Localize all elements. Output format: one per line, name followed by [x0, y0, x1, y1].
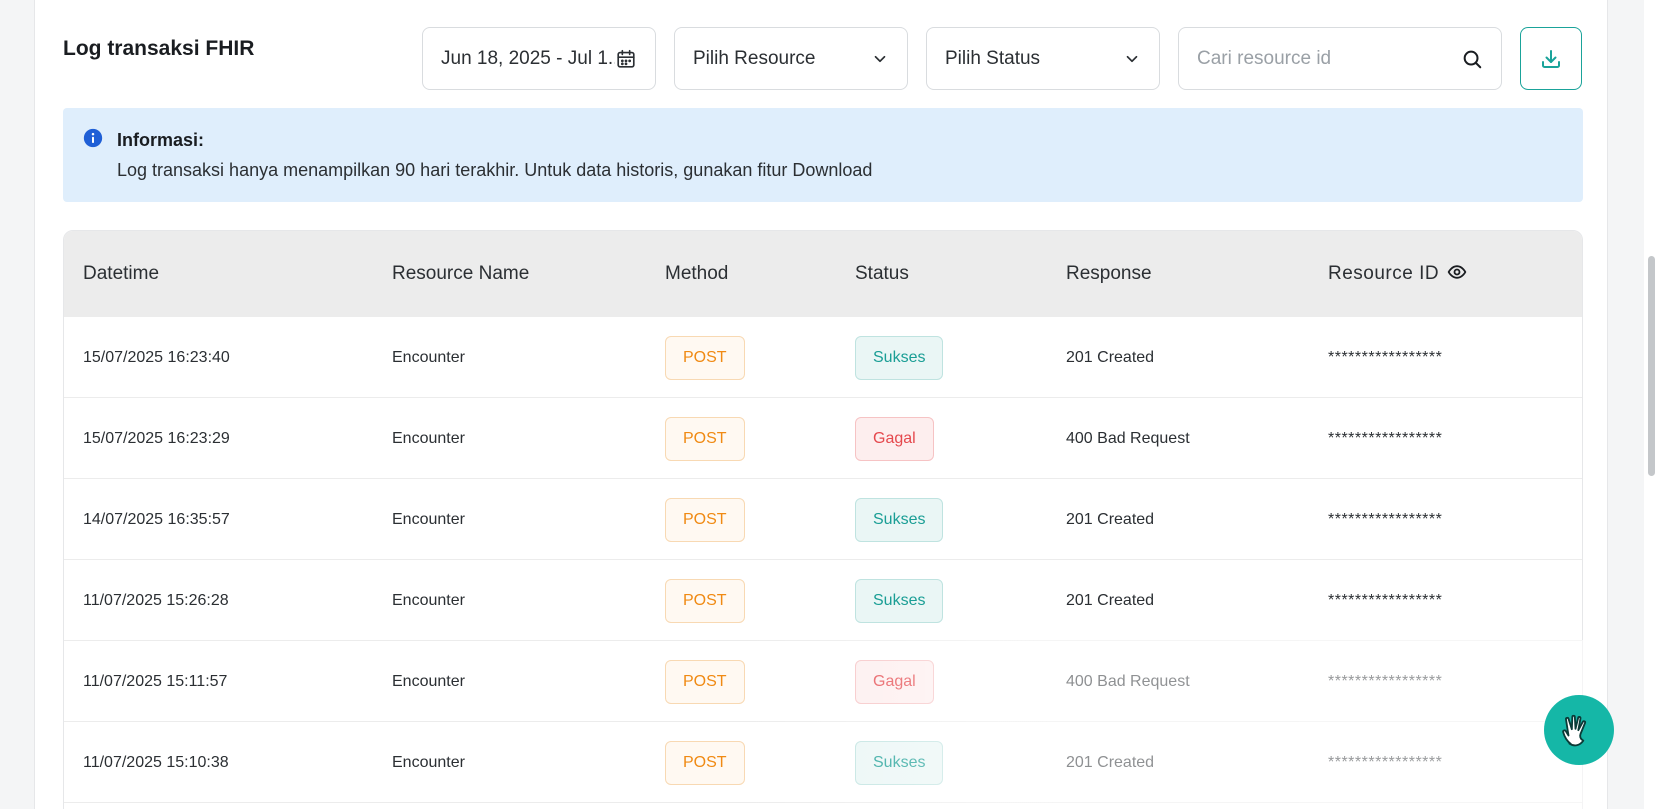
table-row[interactable]: 15/07/2025 16:23:40 Encounter POST Sukses 20…: [64, 317, 1582, 398]
response-cell: 201 Created: [1066, 592, 1155, 609]
column-header-resource-id: Resource ID: [1328, 231, 1467, 317]
datetime-cell: 11/07/2025 15:26:28: [83, 592, 229, 609]
chevron-down-icon: [1126, 55, 1138, 62]
response-cell: 201 Created: [1066, 349, 1155, 366]
method-badge: POST: [665, 660, 745, 704]
resource-name-cell: Encounter: [392, 430, 465, 447]
table-row[interactable]: 11/07/2025 15:26:28 Encounter POST Sukses 20…: [64, 560, 1582, 641]
hand-wave-icon: [1562, 714, 1587, 747]
response-cell: 201 Created: [1066, 511, 1155, 528]
table-row[interactable]: 15/07/2025 16:23:29 Encounter POST Gagal 400…: [64, 398, 1582, 479]
datetime-cell: 15/07/2025 16:23:29: [83, 430, 230, 447]
date-range-value: Jun 18, 2025 - Jul 1...: [441, 47, 615, 69]
chevron-down-icon: [874, 55, 886, 62]
resource-id-cell: *****************: [1328, 430, 1443, 447]
datetime-cell: 11/07/2025 15:10:38: [83, 754, 229, 771]
info-icon: [83, 128, 103, 148]
method-badge: POST: [665, 741, 745, 785]
eye-icon[interactable]: [1447, 262, 1467, 282]
column-header-method: Method: [665, 263, 729, 284]
method-badge: POST: [665, 336, 745, 380]
resource-id-cell: *****************: [1328, 592, 1443, 609]
column-header-response: Response: [1066, 263, 1152, 284]
table-header: Datetime Resource Name Method Status Res…: [64, 231, 1582, 317]
datetime-cell: 15/07/2025 16:23:40: [83, 349, 230, 366]
resource-name-cell: Encounter: [392, 592, 465, 609]
download-button[interactable]: [1520, 27, 1582, 90]
info-title: Informasi:: [117, 130, 205, 150]
status-badge: Gagal: [855, 660, 934, 704]
method-badge: POST: [665, 579, 745, 623]
status-select[interactable]: Pilih Status: [926, 27, 1160, 90]
table-row[interactable]: 14/07/2025 16:35:57 Encounter POST Sukses 20…: [64, 479, 1582, 560]
column-header-status: Status: [855, 263, 909, 284]
table-row[interactable]: 11/07/2025 15:11:57 Encounter POST Gagal 400…: [64, 641, 1582, 722]
response-cell: 400 Bad Request: [1066, 673, 1190, 690]
resource-select[interactable]: Pilih Resource: [674, 27, 908, 90]
resource-name-cell: Encounter: [392, 511, 465, 528]
scrollbar-thumb[interactable]: [1648, 256, 1655, 476]
status-badge: Sukses: [855, 336, 944, 380]
resource-id-cell: *****************: [1328, 673, 1443, 690]
column-header-resource-id-label: Resource ID: [1328, 263, 1440, 284]
column-header-datetime: Datetime: [83, 263, 160, 284]
status-badge: Sukses: [855, 741, 944, 785]
search-icon[interactable]: [1461, 48, 1483, 70]
status-badge: Gagal: [855, 417, 934, 461]
table-row[interactable]: 11/07/2025 15:10:38 Encounter POST Sukses 20…: [64, 722, 1582, 803]
search-box: [1178, 27, 1502, 90]
response-cell: 201 Created: [1066, 754, 1155, 771]
info-banner: Informasi: Log transaksi hanya menampilk…: [63, 108, 1583, 202]
download-icon: [1542, 49, 1560, 68]
transaction-log-table: Datetime Resource Name Method Status Res…: [63, 230, 1583, 809]
column-header-resource-name: Resource Name: [392, 263, 530, 284]
resource-name-cell: Encounter: [392, 349, 465, 366]
resource-id-cell: *****************: [1328, 349, 1443, 366]
status-badge: Sukses: [855, 498, 944, 542]
date-range-picker[interactable]: Jun 18, 2025 - Jul 1...: [422, 27, 656, 90]
info-text: Log transaksi hanya menampilkan 90 hari …: [117, 160, 873, 180]
method-badge: POST: [665, 498, 745, 542]
resource-select-value: Pilih Resource: [693, 47, 816, 69]
datetime-cell: 14/07/2025 16:35:57: [83, 511, 230, 528]
resource-id-cell: *****************: [1328, 754, 1443, 771]
method-badge: POST: [665, 417, 745, 461]
status-select-value: Pilih Status: [945, 47, 1041, 69]
response-cell: 400 Bad Request: [1066, 430, 1190, 447]
status-badge: Sukses: [855, 579, 944, 623]
datetime-cell: 11/07/2025 15:11:57: [83, 673, 228, 690]
resource-id-cell: *****************: [1328, 511, 1443, 528]
resource-name-cell: Encounter: [392, 754, 465, 771]
search-input[interactable]: [1197, 47, 1461, 70]
calendar-icon: [617, 49, 635, 68]
resource-name-cell: Encounter: [392, 673, 465, 690]
page-title: Log transaksi FHIR: [63, 37, 255, 60]
help-button[interactable]: [1544, 695, 1614, 765]
